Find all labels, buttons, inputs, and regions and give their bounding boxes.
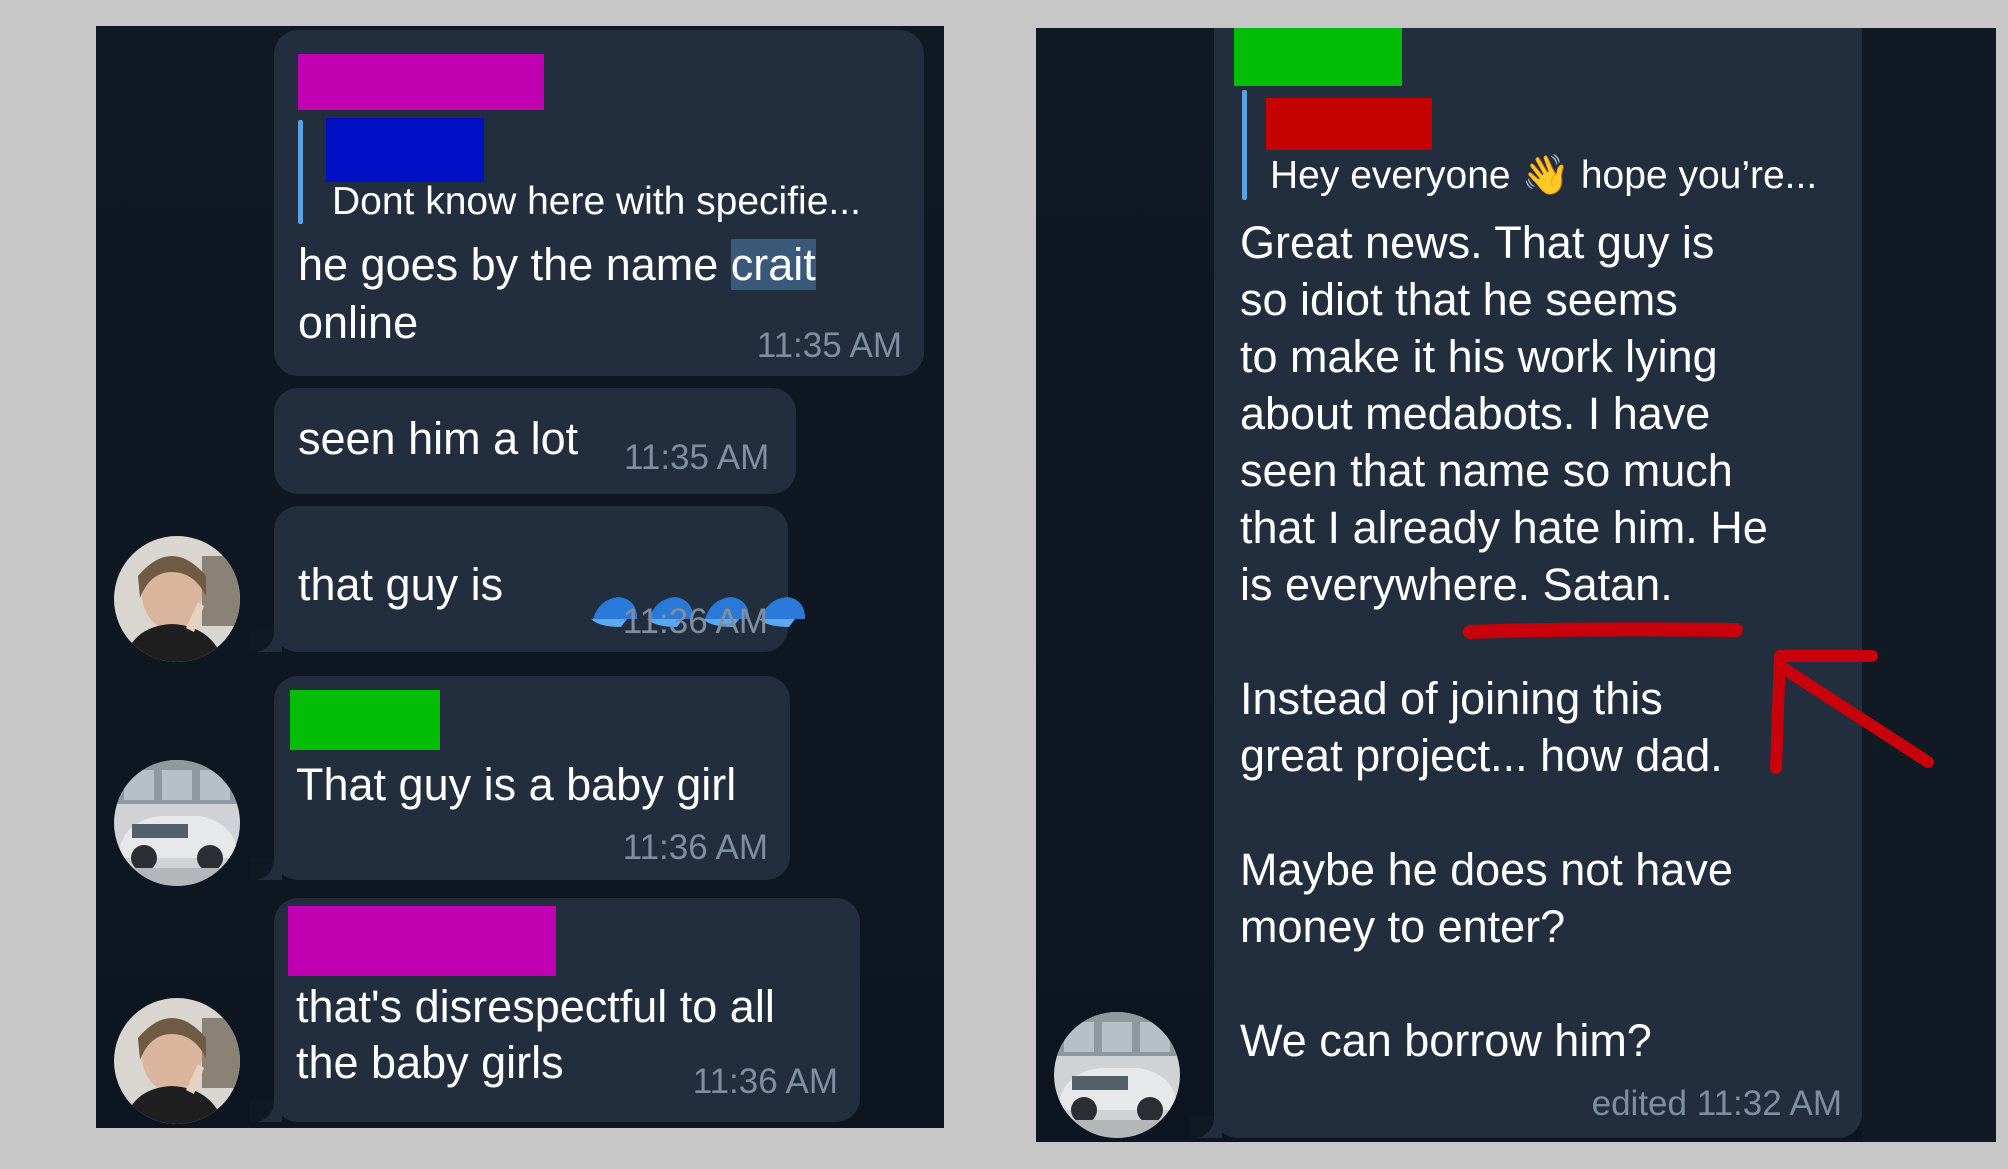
message-time: 11:36 AM: [622, 602, 768, 641]
message-text: That guy is a baby girl: [296, 759, 737, 810]
message-time: 11:35 AM: [624, 438, 770, 477]
message-text-line2: online: [298, 297, 419, 348]
reply-quote-bar: [298, 120, 303, 224]
avatar[interactable]: [114, 998, 240, 1124]
chat-panel-left: Dont know here with specifie... he goes …: [96, 26, 944, 1128]
message-time: 11:35 AM: [756, 326, 902, 365]
message-bubble[interactable]: that's disrespectful to all the baby gir…: [250, 898, 860, 1122]
message-time: 11:36 AM: [692, 1062, 838, 1101]
message-time: 11:36 AM: [622, 828, 768, 867]
chat-panel-right: Hey everyone 👋 hope you’re... Great news…: [1036, 28, 1996, 1142]
annotation-arrow-icon: [1463, 622, 1934, 774]
message-text: seen him a lot: [298, 413, 579, 464]
avatar[interactable]: [114, 536, 240, 662]
message-text-line2: the baby girls: [296, 1037, 564, 1088]
avatar[interactable]: [114, 760, 240, 886]
sender-name-redacted: [288, 906, 556, 976]
message-text: he goes by the name crait: [298, 239, 816, 290]
quote-author-redacted: [326, 118, 484, 182]
message-text: that's disrespectful to all: [296, 981, 775, 1032]
message-bubble[interactable]: that guy is 11:36 AM: [250, 506, 805, 652]
sender-name-redacted: [298, 54, 544, 110]
sender-name-redacted: [290, 690, 440, 750]
highlighted-word: crait: [730, 239, 816, 290]
message-bubble[interactable]: That guy is a baby girl 11:36 AM: [250, 676, 790, 880]
message-bubble[interactable]: seen him a lot 11:35 AM: [274, 388, 796, 494]
message-bubble[interactable]: Dont know here with specifie... he goes …: [274, 30, 924, 376]
reply-quote-text: Dont know here with specifie...: [332, 180, 861, 223]
